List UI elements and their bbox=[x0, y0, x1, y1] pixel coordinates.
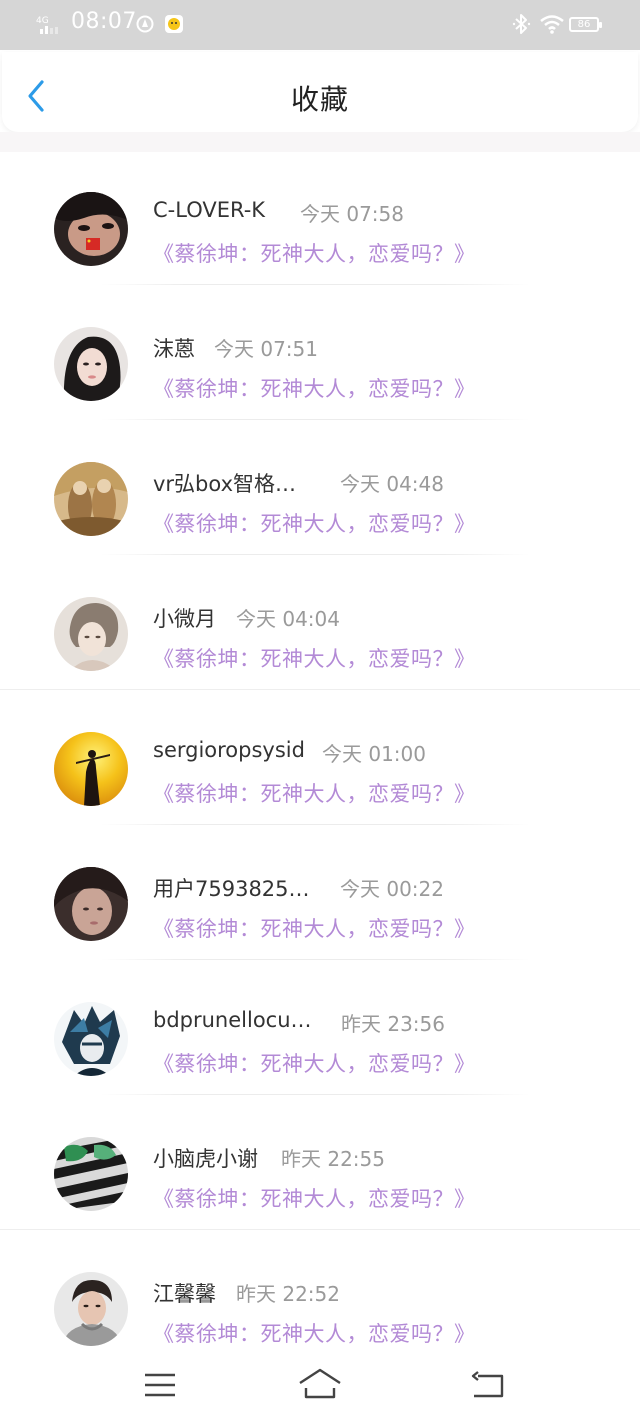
bluetooth-icon bbox=[511, 12, 533, 36]
back-icon bbox=[471, 1371, 504, 1398]
favorite-time: 今天 01:00 bbox=[322, 742, 426, 766]
favorite-title-link[interactable]: 《蔡徐坤：死神大人，恋爱吗？》 bbox=[153, 238, 476, 268]
avatar[interactable] bbox=[54, 1137, 128, 1211]
favorite-time: 今天 00:22 bbox=[340, 877, 444, 901]
list-item[interactable]: 用户7593825… 今天 00:22 《蔡徐坤：死神大人，恋爱吗？》 bbox=[0, 827, 640, 962]
avatar[interactable] bbox=[54, 192, 128, 266]
favorite-time: 今天 04:04 bbox=[236, 607, 340, 631]
user-name[interactable]: 小微月 bbox=[153, 603, 216, 633]
list-item[interactable]: 小微月 今天 04:04 《蔡徐坤：死神大人，恋爱吗？》 bbox=[0, 557, 640, 692]
divider bbox=[100, 824, 530, 825]
favorite-time: 昨天 22:52 bbox=[236, 1282, 340, 1306]
favorite-time: 昨天 23:56 bbox=[341, 1012, 445, 1036]
divider bbox=[100, 554, 530, 555]
avatar[interactable] bbox=[54, 1002, 128, 1076]
avatar[interactable] bbox=[54, 462, 128, 536]
user-name[interactable]: vr弘box智格… bbox=[153, 468, 296, 498]
user-name[interactable]: sergioropsysid bbox=[153, 738, 305, 762]
avatar[interactable] bbox=[54, 327, 128, 401]
favorites-list: C-LOVER-K 今天 07:58 《蔡徐坤：死神大人，恋爱吗？》 沫蒽 今天… bbox=[0, 152, 640, 1367]
favorite-title-link[interactable]: 《蔡徐坤：死神大人，恋爱吗？》 bbox=[153, 643, 476, 673]
system-back-button[interactable] bbox=[470, 1370, 506, 1400]
favorite-title-link[interactable]: 《蔡徐坤：死神大人，恋爱吗？》 bbox=[153, 1183, 476, 1213]
avatar[interactable] bbox=[54, 732, 128, 806]
home-icon bbox=[299, 1368, 341, 1399]
screen: 4G 08:07 86 收藏 C-LOVER-K 今天 07:58 《蔡徐坤：死… bbox=[0, 0, 640, 1422]
status-time: 08:07 bbox=[71, 9, 137, 34]
divider bbox=[100, 1094, 530, 1095]
divider bbox=[100, 419, 530, 420]
divider bbox=[100, 284, 530, 285]
user-name[interactable]: C-LOVER-K bbox=[153, 198, 265, 222]
user-name[interactable]: 用户7593825… bbox=[153, 873, 310, 903]
user-name[interactable]: 沫蒽 bbox=[153, 333, 195, 363]
list-item[interactable]: vr弘box智格… 今天 04:48 《蔡徐坤：死神大人，恋爱吗？》 bbox=[0, 422, 640, 557]
user-name[interactable]: bdprunellocu… bbox=[153, 1008, 312, 1032]
battery-indicator: 86 bbox=[569, 17, 602, 32]
home-button[interactable] bbox=[298, 1367, 342, 1401]
user-name[interactable]: 江馨馨 bbox=[153, 1278, 216, 1308]
divider bbox=[0, 1229, 640, 1230]
list-item[interactable]: 沫蒽 今天 07:51 《蔡徐坤：死神大人，恋爱吗？》 bbox=[0, 287, 640, 422]
favorite-title-link[interactable]: 《蔡徐坤：死神大人，恋爱吗？》 bbox=[153, 508, 476, 538]
list-item[interactable]: sergioropsysid 今天 01:00 《蔡徐坤：死神大人，恋爱吗？》 bbox=[0, 692, 640, 827]
favorite-title-link[interactable]: 《蔡徐坤：死神大人，恋爱吗？》 bbox=[153, 778, 476, 808]
favorite-title-link[interactable]: 《蔡徐坤：死神大人，恋爱吗？》 bbox=[153, 913, 476, 943]
list-item[interactable]: C-LOVER-K 今天 07:58 《蔡徐坤：死神大人，恋爱吗？》 bbox=[0, 152, 640, 287]
app-notification-icon bbox=[164, 14, 184, 34]
page-title: 收藏 bbox=[290, 83, 349, 116]
favorite-time: 今天 07:51 bbox=[214, 337, 318, 361]
menu-icon bbox=[145, 1373, 175, 1397]
list-item[interactable]: 小脑虎小谢 昨天 22:55 《蔡徐坤：死神大人，恋爱吗？》 bbox=[0, 1097, 640, 1232]
wifi-icon bbox=[539, 13, 565, 35]
browser-icon bbox=[136, 15, 154, 33]
header-spacer bbox=[0, 132, 640, 152]
nav-bar: 收藏 bbox=[2, 52, 638, 132]
network-label: 4G bbox=[36, 16, 49, 26]
favorite-title-link[interactable]: 《蔡徐坤：死神大人，恋爱吗？》 bbox=[153, 1318, 476, 1348]
divider bbox=[100, 959, 530, 960]
avatar[interactable] bbox=[54, 1272, 128, 1346]
favorite-title-link[interactable]: 《蔡徐坤：死神大人，恋爱吗？》 bbox=[153, 373, 476, 403]
list-item[interactable]: bdprunellocu… 昨天 23:56 《蔡徐坤：死神大人，恋爱吗？》 bbox=[0, 962, 640, 1097]
avatar[interactable] bbox=[54, 597, 128, 671]
divider bbox=[0, 689, 640, 690]
favorite-time: 今天 07:58 bbox=[300, 202, 404, 226]
user-name[interactable]: 小脑虎小谢 bbox=[153, 1143, 258, 1173]
favorite-time: 昨天 22:55 bbox=[281, 1147, 385, 1171]
signal-icon: 4G bbox=[36, 14, 66, 36]
favorite-time: 今天 04:48 bbox=[340, 472, 444, 496]
system-navigation-bar bbox=[0, 1350, 640, 1422]
favorite-title-link[interactable]: 《蔡徐坤：死神大人，恋爱吗？》 bbox=[153, 1048, 476, 1078]
status-bar: 4G 08:07 86 bbox=[0, 0, 640, 50]
list-item[interactable]: 江馨馨 昨天 22:52 《蔡徐坤：死神大人，恋爱吗？》 bbox=[0, 1232, 640, 1367]
menu-button[interactable] bbox=[144, 1372, 176, 1398]
avatar[interactable] bbox=[54, 867, 128, 941]
